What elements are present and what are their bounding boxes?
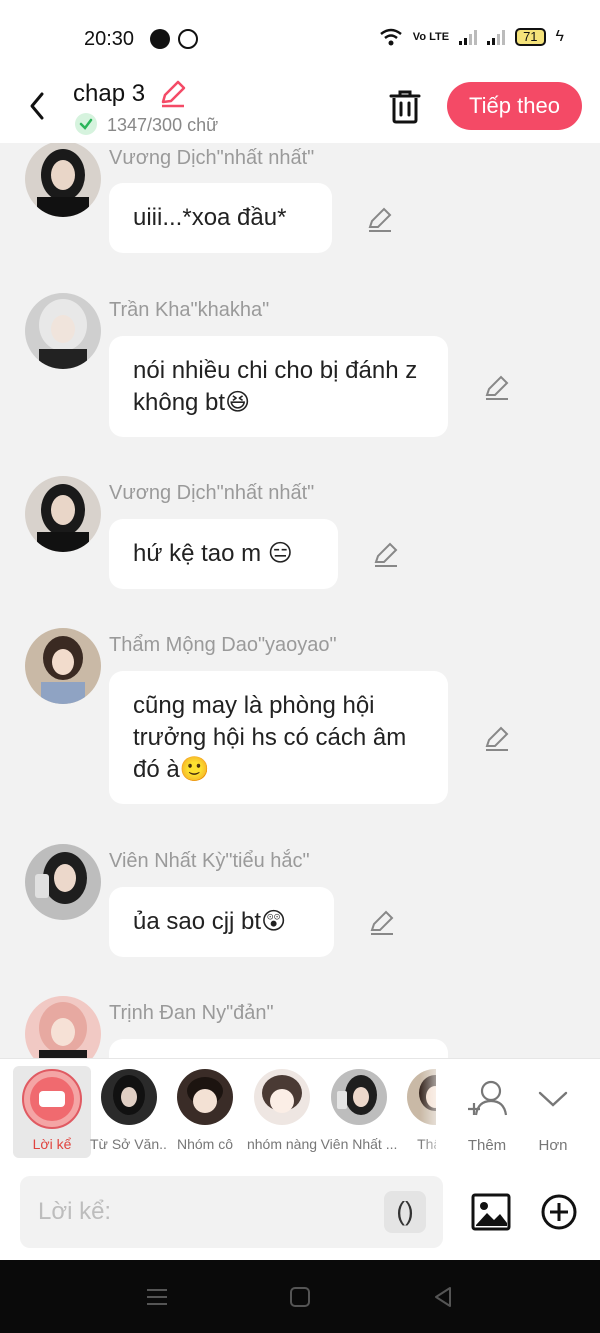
edit-message-button[interactable]: [368, 908, 396, 936]
narration-input[interactable]: [38, 1176, 378, 1248]
wifi-icon: [380, 28, 402, 46]
charging-icon: ϟ: [555, 28, 564, 45]
character-avatar: [254, 1069, 310, 1125]
character-label: Từ Sở Văn...: [90, 1136, 168, 1152]
battery-icon: 71: [515, 28, 546, 46]
pencil-icon: [485, 375, 509, 400]
system-nav-bar: [0, 1260, 600, 1333]
character-label: Viên Nhất ...: [320, 1136, 398, 1152]
pencil-icon: [485, 726, 509, 751]
narrator-label: Lời kể: [32, 1136, 72, 1152]
check-icon: [75, 113, 97, 135]
chat-list[interactable]: Vương Dịch"nhất nhất" uiii...*xoa đầu* T…: [0, 143, 600, 1058]
character-item[interactable]: Từ Sở Văn...: [90, 1069, 168, 1159]
sender-name: Trần Kha"khakha": [109, 299, 270, 321]
sender-name: Vương Dịch"nhất nhất": [109, 147, 315, 169]
character-item[interactable]: Viên Nhất ...: [320, 1069, 398, 1159]
signal-icon-2: [487, 29, 506, 45]
back-button[interactable]: [20, 84, 54, 124]
menu-icon: [147, 1289, 167, 1305]
message-bubble[interactable]: [109, 1039, 448, 1058]
sender-name: Thẩm Mộng Dao"yaoyao": [109, 634, 337, 656]
trash-icon: [389, 90, 421, 124]
avatar[interactable]: [25, 996, 101, 1058]
next-button[interactable]: Tiếp theo: [447, 82, 582, 130]
triangle-back-icon: [435, 1287, 451, 1307]
scroll-fade: [420, 1059, 450, 1165]
status-bar: 20:30 Vo LTE 71 ϟ: [0, 0, 600, 78]
home-button[interactable]: [287, 1284, 313, 1310]
chapter-header: chap 3 1347/300 chữ Tiếp theo: [0, 78, 600, 143]
sender-name: Viên Nhất Kỳ"tiểu hắc": [109, 850, 310, 872]
narrator-tab[interactable]: Lời kể: [13, 1066, 91, 1158]
avatar[interactable]: [25, 476, 101, 552]
edit-message-button[interactable]: [372, 540, 400, 568]
narration-input-box[interactable]: (): [20, 1176, 443, 1248]
edit-message-button[interactable]: [366, 205, 394, 233]
status-time: 20:30: [84, 28, 135, 50]
message-bubble[interactable]: uiii...*xoa đầu*: [109, 183, 332, 253]
image-icon: [471, 1193, 511, 1231]
pencil-icon: [374, 542, 398, 567]
message-bubble[interactable]: hứ kệ tao m 😑: [109, 519, 338, 589]
parentheses-button[interactable]: (): [384, 1191, 426, 1233]
smiley-icon: [178, 29, 198, 49]
add-character-button[interactable]: Thêm: [454, 1069, 520, 1159]
baomoi-icon: [150, 29, 170, 49]
edit-message-button[interactable]: [483, 373, 511, 401]
character-avatar: [101, 1069, 157, 1125]
insert-image-button[interactable]: [470, 1191, 512, 1233]
pencil-icon: [161, 80, 186, 108]
status-app-icons: [150, 29, 198, 49]
more-button[interactable]: Hơn: [520, 1069, 586, 1159]
edit-title-button[interactable]: [158, 78, 188, 108]
character-label: nhóm nàng: [246, 1136, 318, 1152]
add-person-icon: [468, 1080, 508, 1116]
message-bubble[interactable]: ủa sao cjj bt😲: [109, 887, 334, 957]
avatar[interactable]: [25, 844, 101, 920]
avatar[interactable]: [25, 293, 101, 369]
volte-label: Vo LTE: [412, 31, 450, 43]
sender-name: Vương Dịch"nhất nhất": [109, 482, 315, 504]
back-nav-button[interactable]: [430, 1284, 456, 1310]
add-button[interactable]: [540, 1193, 578, 1231]
narrator-icon: [22, 1069, 82, 1129]
chevron-down-icon: [538, 1091, 568, 1107]
edit-message-button[interactable]: [483, 724, 511, 752]
word-count: 1347/300 chữ: [107, 115, 219, 135]
character-label: Nhóm cô: [176, 1136, 234, 1152]
plus-circle-icon: [541, 1194, 577, 1230]
message-bubble[interactable]: nói nhiều chi cho bị đánh z không bt😆: [109, 336, 448, 437]
pencil-icon: [370, 910, 394, 935]
delete-button[interactable]: [386, 86, 424, 126]
avatar[interactable]: [25, 143, 101, 217]
avatar[interactable]: [25, 628, 101, 704]
message-bubble[interactable]: cũng may là phòng hội trưởng hội hs có c…: [109, 671, 448, 804]
character-bar: Lời kể Từ Sở Văn... Nhóm cô nhóm nàng Vi…: [0, 1058, 600, 1166]
character-avatar: [331, 1069, 387, 1125]
home-square-icon: [290, 1287, 310, 1307]
more-label: Hơn: [538, 1137, 568, 1154]
character-avatar: [177, 1069, 233, 1125]
pencil-icon: [368, 207, 392, 232]
signal-icon: [459, 29, 478, 45]
status-indicators: Vo LTE 71 ϟ: [379, 28, 564, 46]
chevron-left-icon: [30, 92, 44, 120]
composer: (): [0, 1166, 600, 1260]
character-item[interactable]: Nhóm cô: [166, 1069, 244, 1159]
recent-apps-button[interactable]: [144, 1284, 170, 1310]
chapter-title[interactable]: chap 3: [73, 80, 145, 108]
add-character-label: Thêm: [467, 1137, 507, 1154]
character-item[interactable]: nhóm nàng: [243, 1069, 321, 1159]
sender-name: Trịnh Đan Ny"đản": [109, 1002, 274, 1024]
